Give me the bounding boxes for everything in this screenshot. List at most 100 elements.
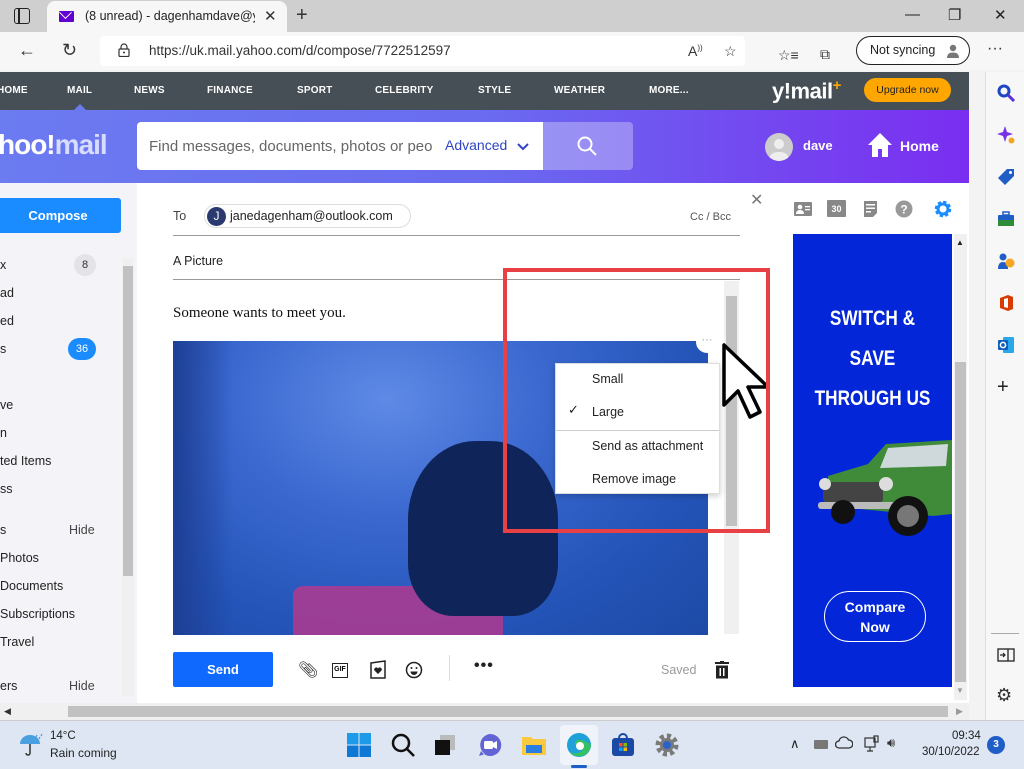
microsoft-store-icon[interactable] xyxy=(610,732,636,758)
show-hidden-icons[interactable]: ∧ xyxy=(790,736,800,752)
windows-start-icon[interactable] xyxy=(346,732,372,758)
scroll-left-icon[interactable]: ◀ xyxy=(4,706,11,717)
cc-bcc-link[interactable]: Cc / Bcc xyxy=(690,211,731,223)
minimize-icon[interactable]: — xyxy=(905,6,920,23)
horizontal-scroll-thumb[interactable] xyxy=(68,706,948,717)
browser-tab[interactable]: (8 unread) - dagenhamdave@yahoo.com ✕ xyxy=(47,1,287,32)
tools-icon[interactable] xyxy=(997,210,1015,228)
view-documents[interactable]: Documents xyxy=(0,579,63,593)
settings-icon[interactable] xyxy=(933,199,953,219)
folder-starred[interactable]: ed xyxy=(0,314,14,328)
contacts-icon[interactable] xyxy=(794,200,812,218)
horizontal-scrollbar[interactable]: ◀ ▶ xyxy=(0,703,969,720)
scroll-right-icon[interactable]: ▶ xyxy=(956,706,963,717)
home-link[interactable]: Home xyxy=(900,138,939,154)
office-icon[interactable] xyxy=(997,294,1015,312)
help-icon[interactable]: ? xyxy=(895,200,913,218)
nav-news[interactable]: NEWS xyxy=(134,85,165,96)
close-compose-icon[interactable]: ✕ xyxy=(750,190,763,210)
weather-description[interactable]: Rain coming xyxy=(50,746,117,760)
sidebar-scroll-thumb[interactable] xyxy=(123,266,133,576)
sidebar-scrollbar[interactable] xyxy=(122,258,134,696)
nav-finance[interactable]: FINANCE xyxy=(207,85,253,96)
chevron-down-icon[interactable] xyxy=(517,143,529,151)
tab-close-icon[interactable]: ✕ xyxy=(264,7,277,25)
avatar[interactable] xyxy=(765,133,793,161)
advanced-search-link[interactable]: Advanced xyxy=(445,137,507,153)
edge-browser-icon[interactable] xyxy=(566,732,592,758)
view-travel[interactable]: Travel xyxy=(0,635,34,649)
calendar-icon[interactable]: 30 xyxy=(827,200,846,217)
search-button[interactable] xyxy=(543,122,633,170)
clock-date[interactable]: 30/10/2022 xyxy=(922,746,980,758)
sidebar-settings-icon[interactable]: ⚙ xyxy=(996,685,1012,706)
sync-status-button[interactable]: Not syncing xyxy=(856,36,970,65)
weather-umbrella-icon[interactable] xyxy=(18,732,44,758)
hide-views-link[interactable]: Hide xyxy=(69,523,95,537)
close-window-icon[interactable]: ✕ xyxy=(994,6,1007,24)
view-subscriptions[interactable]: Subscriptions xyxy=(0,607,75,621)
right-panel-scroll-thumb[interactable] xyxy=(955,362,966,682)
user-name[interactable]: dave xyxy=(803,138,833,153)
advertisement[interactable]: SWITCH & SAVE THROUGH US Compare Now xyxy=(793,234,952,687)
outlook-icon[interactable] xyxy=(997,336,1015,354)
nav-more[interactable]: MORE... xyxy=(649,85,689,96)
favorites-icon[interactable]: ☆≡ xyxy=(778,47,799,64)
message-body-text[interactable]: Someone wants to meet you. xyxy=(173,305,346,322)
compose-button[interactable]: Compose xyxy=(0,198,121,233)
tab-actions-icon[interactable] xyxy=(14,8,30,24)
notepad-icon[interactable] xyxy=(862,200,880,218)
paperclip-icon[interactable]: 📎︎ xyxy=(298,660,318,680)
folder-unread[interactable]: ad xyxy=(0,286,14,300)
lock-icon[interactable] xyxy=(118,43,130,57)
nav-celebrity[interactable]: CELEBRITY xyxy=(375,85,433,96)
recipient-chip[interactable]: J janedagenham@outlook.com xyxy=(204,204,411,228)
url-text[interactable]: https://uk.mail.yahoo.com/d/compose/7722… xyxy=(149,43,451,58)
clock-time[interactable]: 09:34 xyxy=(952,730,981,742)
hide-sidebar-icon[interactable] xyxy=(997,648,1015,662)
nav-mail[interactable]: MAIL xyxy=(67,85,92,96)
notification-badge[interactable]: 3 xyxy=(987,736,1005,754)
nav-weather[interactable]: WEATHER xyxy=(554,85,605,96)
right-panel-scrollbar[interactable]: ▲ ▼ xyxy=(954,234,967,700)
weather-temp[interactable]: 14°C xyxy=(50,730,76,742)
hide-folders-link[interactable]: Hide xyxy=(69,679,95,693)
scroll-up-icon[interactable]: ▲ xyxy=(956,238,964,247)
folder-drafts[interactable]: s xyxy=(0,342,6,356)
subject-field[interactable]: A Picture xyxy=(173,254,223,268)
folder-less[interactable]: ss xyxy=(0,482,13,496)
refresh-icon[interactable]: ↻ xyxy=(62,40,77,61)
restore-icon[interactable]: ❐ xyxy=(948,6,961,24)
home-icon[interactable] xyxy=(867,132,893,158)
edge-search-icon[interactable] xyxy=(997,84,1015,102)
trash-icon[interactable] xyxy=(714,661,730,679)
folder-deleted-items[interactable]: ted Items xyxy=(0,454,51,468)
nav-home[interactable]: HOME xyxy=(0,85,28,96)
settings-app-icon[interactable] xyxy=(654,732,680,758)
back-icon[interactable]: ← xyxy=(18,40,36,61)
games-icon[interactable] xyxy=(997,252,1015,270)
task-view-icon[interactable] xyxy=(432,732,458,758)
search-input[interactable]: Find messages, documents, photos or peo … xyxy=(137,122,543,170)
scroll-down-icon[interactable]: ▼ xyxy=(956,686,964,695)
nav-style[interactable]: STYLE xyxy=(478,85,511,96)
volume-icon[interactable]: 🔊︎ xyxy=(887,735,895,751)
upgrade-now-button[interactable]: Upgrade now xyxy=(864,78,951,102)
more-options-icon[interactable]: ••• xyxy=(474,657,494,675)
shopping-tag-icon[interactable] xyxy=(997,168,1015,186)
teams-chat-icon[interactable] xyxy=(477,732,503,758)
ad-compare-now-button[interactable]: Compare Now xyxy=(824,591,926,642)
view-photos[interactable]: Photos xyxy=(0,551,39,565)
read-aloud-icon[interactable]: A)) xyxy=(688,43,703,59)
collections-icon[interactable]: ⧉ xyxy=(820,46,830,63)
greeting-card-icon[interactable] xyxy=(370,660,386,679)
onedrive-cloud-icon[interactable] xyxy=(835,736,853,750)
gif-icon[interactable]: GIF xyxy=(332,663,348,678)
folder-archive[interactable]: ve xyxy=(0,398,13,412)
network-icon[interactable] xyxy=(864,735,880,753)
file-explorer-icon[interactable] xyxy=(521,732,547,758)
emoji-icon[interactable] xyxy=(405,661,423,679)
taskbar-search-icon[interactable] xyxy=(390,732,416,758)
yahoo-mail-logo[interactable]: hoo!mail xyxy=(0,129,108,161)
add-sidebar-app-icon[interactable]: + xyxy=(997,376,1009,399)
